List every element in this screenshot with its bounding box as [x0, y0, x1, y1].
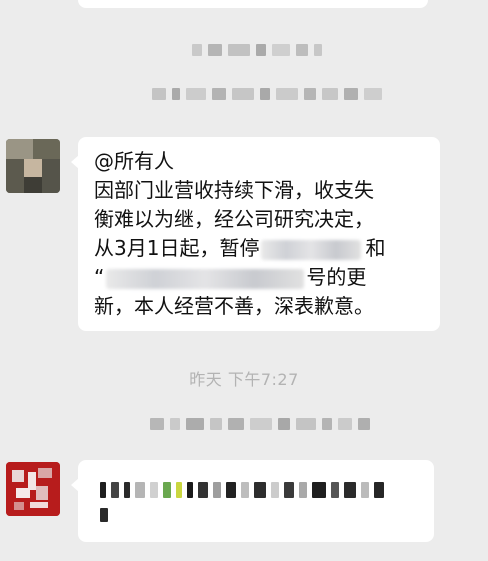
system-notice-obscured-1 [192, 44, 322, 56]
sender-avatar[interactable] [6, 139, 60, 193]
message-line: “号的更 [94, 265, 367, 289]
message-line: 衡难以为继，经公司研究决定， [94, 207, 374, 231]
obscured-message-text [100, 508, 108, 522]
message-line: 因部门业营收持续下滑，收支失 [94, 178, 374, 202]
message-line: 新，本人经营不善，深表歉意。 [94, 294, 374, 318]
redacted-text [106, 268, 305, 289]
message-bubble-obscured[interactable] [71, 460, 434, 542]
sender-avatar[interactable] [6, 462, 60, 516]
chat-view[interactable]: @所有人 因部门业营收持续下滑，收支失 衡难以为继，经公司研究决定， 从3月1日… [0, 0, 488, 561]
redacted-text [261, 239, 362, 260]
system-notice-obscured-3 [150, 418, 370, 430]
bubble-tail [71, 478, 79, 492]
message-line: 从3月1日起，暂停和 [94, 236, 386, 260]
system-notice-obscured-2 [152, 88, 382, 100]
previous-message-bubble[interactable] [78, 0, 428, 8]
message-bubble[interactable]: @所有人 因部门业营收持续下滑，收支失 衡难以为继，经公司研究决定， 从3月1日… [71, 137, 440, 331]
message-text: @所有人 因部门业营收持续下滑，收支失 衡难以为继，经公司研究决定， 从3月1日… [94, 147, 434, 321]
mention-line: @所有人 [94, 149, 174, 173]
bubble-tail [71, 155, 79, 169]
timestamp: 昨天 下午7:27 [189, 370, 299, 389]
obscured-message-text [100, 482, 384, 498]
